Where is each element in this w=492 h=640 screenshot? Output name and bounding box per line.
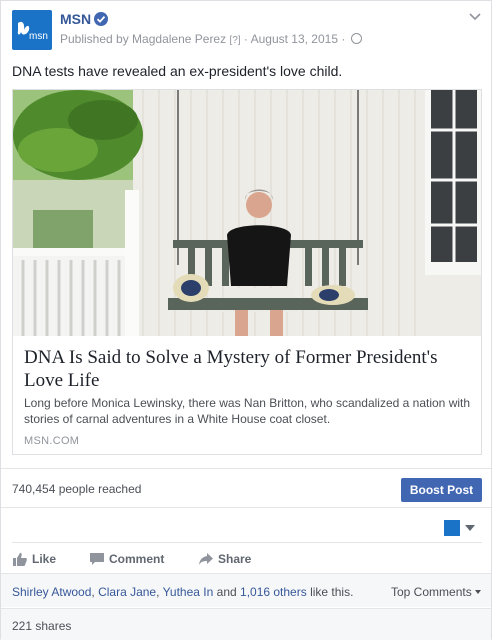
published-by[interactable]: Published by Magdalene Perez (60, 32, 226, 46)
liker-name[interactable]: Yuthea In (163, 585, 214, 599)
like-label: Like (32, 552, 57, 566)
preview-image[interactable] (13, 90, 481, 336)
others-link[interactable]: 1,016 others (240, 585, 307, 599)
page-name[interactable]: MSN (60, 11, 91, 27)
thumbs-up-icon (13, 552, 27, 566)
likes-summary: Shirley Atwood, Clara Jane, Yuthea In an… (1, 573, 491, 607)
likes-sentence: Shirley Atwood, Clara Jane, Yuthea In an… (12, 585, 354, 599)
post-caption: DNA tests have revealed an ex-president'… (12, 63, 343, 79)
shares-row: 221 shares (1, 608, 491, 640)
preview-domain: MSN.COM (24, 435, 80, 447)
link-preview[interactable]: DNA Is Said to Solve a Mystery of Former… (12, 89, 482, 455)
top-comments-dropdown[interactable]: Top Comments (391, 585, 481, 599)
verified-badge-icon (94, 12, 108, 26)
liker-name[interactable]: Shirley Atwood (12, 585, 91, 599)
msn-butterfly-icon (17, 21, 30, 35)
preview-title[interactable]: DNA Is Said to Solve a Mystery of Former… (24, 346, 472, 392)
post-meta: Published by Magdalene Perez [?] · Augus… (60, 32, 362, 46)
chevron-down-icon[interactable] (468, 10, 482, 24)
comment-label: Comment (109, 552, 165, 566)
post-date[interactable]: August 13, 2015 (251, 32, 338, 46)
post-card: msn MSN Published by Magdalene Perez [?]… (0, 0, 492, 640)
page-avatar[interactable]: msn (12, 10, 52, 50)
dropdown-arrow-icon (465, 525, 475, 531)
avatar-label: msn (29, 31, 48, 42)
globe-icon[interactable] (350, 33, 362, 44)
action-bar: Like Comment Share (12, 542, 482, 572)
people-reached[interactable]: 740,454 people reached (12, 482, 141, 496)
shares-count[interactable]: 221 shares (12, 619, 71, 633)
liker-name[interactable]: Clara Jane (98, 585, 156, 599)
boost-post-button[interactable]: Boost Post (401, 478, 482, 502)
share-arrow-icon (199, 553, 213, 565)
caret-down-icon (474, 590, 481, 594)
speech-bubble-icon (90, 553, 104, 565)
insights-bar: 740,454 people reached Boost Post (1, 468, 491, 508)
actor-selector[interactable] (444, 519, 480, 537)
preview-description: Long before Monica Lewinsky, there was N… (24, 396, 471, 426)
post-header: msn MSN Published by Magdalene Perez [?]… (12, 10, 482, 52)
msn-avatar-small (444, 520, 460, 536)
share-label: Share (218, 552, 252, 566)
help-mark[interactable]: [?] (229, 35, 240, 46)
